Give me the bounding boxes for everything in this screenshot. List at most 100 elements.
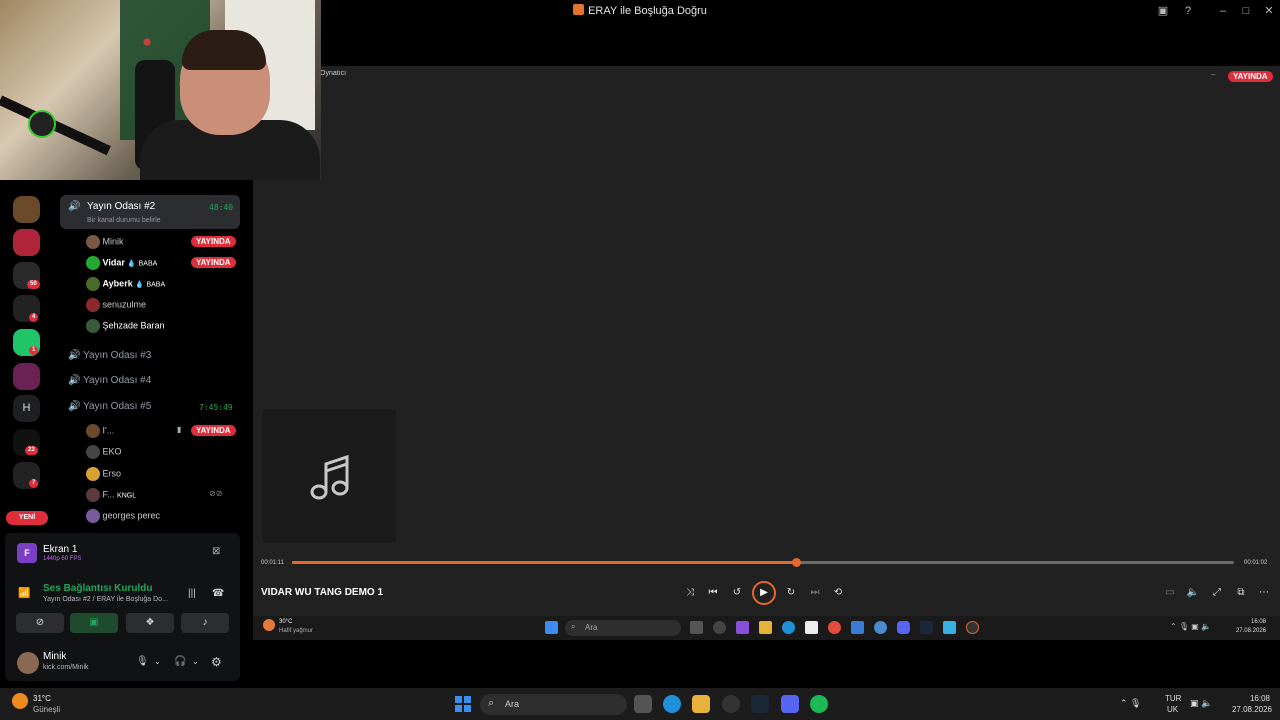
rewind-icon[interactable]: ↺ [729, 585, 745, 601]
previous-icon[interactable]: ⏮ [705, 585, 721, 601]
screenshare-button[interactable]: ▣ [70, 613, 118, 633]
chrome-icon[interactable] [828, 621, 841, 634]
play-button[interactable]: ▶ [752, 581, 776, 605]
gear-icon[interactable]: ⚙ [211, 655, 222, 669]
volume-icon[interactable]: 🔈 [1185, 585, 1201, 601]
server-icon[interactable] [13, 363, 40, 390]
spotify-icon[interactable] [810, 695, 828, 713]
voice-member[interactable]: EKO [86, 445, 122, 459]
member-name: georges perec [102, 510, 161, 521]
popout-icon[interactable]: ⧉ [1233, 585, 1249, 601]
mail-icon[interactable] [851, 621, 864, 634]
avatar[interactable] [17, 652, 39, 674]
channel-status[interactable]: Bir kanal durumu belirle [87, 217, 161, 224]
time-total: 00:01:02 [1244, 560, 1268, 566]
next-icon[interactable]: ⏭ [807, 585, 823, 601]
server-icon[interactable] [13, 229, 40, 256]
chevron-down-icon[interactable]: ⌄ [192, 657, 199, 666]
channel-room2[interactable]: 🔊 Yayın Odası #2 48:40 Bir kanal durumu … [60, 195, 240, 229]
voice-member[interactable]: F... KNGL [86, 488, 136, 502]
miniplayer-icon[interactable]: ▭ [1162, 585, 1178, 601]
live-badge: YAYINDA [191, 257, 236, 268]
progress-knob[interactable] [791, 558, 801, 567]
member-name: I'... [102, 425, 115, 436]
close-button[interactable]: ✕ [1261, 3, 1277, 19]
voice-member[interactable]: georges perec [86, 509, 160, 523]
activities-button[interactable]: ❖ [126, 613, 174, 633]
soundboard-button[interactable]: ♪ [181, 613, 229, 633]
member-name: senuzulme [102, 299, 147, 310]
disconnect-icon[interactable]: ☎ [212, 588, 224, 599]
forward-icon[interactable]: ↻ [783, 585, 799, 601]
task-view-icon[interactable] [690, 621, 703, 634]
chevron-down-icon[interactable]: ⌄ [154, 657, 161, 666]
voice-channel-icon: 🔊 [68, 201, 81, 212]
voice-member[interactable]: senuzulme [86, 298, 146, 312]
copilot-icon[interactable] [736, 621, 749, 634]
discord-icon[interactable] [781, 695, 799, 713]
clock-time[interactable]: 16:08 [1230, 694, 1270, 703]
avatar [86, 488, 100, 502]
inner-search-box[interactable]: ⌕ Ara [565, 620, 681, 636]
steam-icon[interactable] [920, 621, 933, 634]
windows-start-icon[interactable] [545, 621, 558, 634]
voice-member[interactable]: Vidar 💧 BABA [86, 256, 157, 270]
media-player-icon[interactable] [966, 621, 979, 634]
voice-member[interactable]: I'... [86, 424, 114, 438]
app-icon[interactable] [713, 621, 726, 634]
maximize-button[interactable]: □ [1238, 3, 1254, 19]
task-view-icon[interactable] [634, 695, 652, 713]
headphones-icon[interactable]: 🎧 [174, 656, 186, 667]
live-badge: YAYINDA [1228, 71, 1273, 82]
discord-icon[interactable] [897, 621, 910, 634]
progress-bar[interactable] [292, 558, 1234, 567]
notepad-icon[interactable] [943, 621, 956, 634]
voice-member[interactable]: Ayberk 💧 BABA [86, 277, 165, 291]
minimize-player-icon[interactable]: – [1211, 70, 1215, 79]
clock-date[interactable]: 27.08.2026 [1222, 705, 1272, 714]
stream-quality: 1440p 60 FPS [43, 556, 82, 562]
stop-stream-icon[interactable]: ⊠ [212, 546, 220, 557]
tray-icons[interactable]: ⌃ 🎙 [1120, 698, 1141, 709]
input-language[interactable]: TUR [1165, 694, 1181, 703]
search-box[interactable]: ⌕ Ara [480, 694, 627, 715]
edge-icon[interactable] [782, 621, 795, 634]
app-icon[interactable] [874, 621, 887, 634]
more-icon[interactable]: ⋯ [1256, 585, 1272, 601]
inner-tray-icons[interactable]: ⌃ 🎙 ▣ 🔈 [1170, 622, 1211, 631]
fullscreen-icon[interactable]: ⤢ [1209, 585, 1225, 601]
shuffle-icon[interactable]: ⤨ [682, 585, 698, 601]
new-servers-pill[interactable]: YENİ [6, 511, 48, 525]
steam-icon[interactable] [751, 695, 769, 713]
store-icon[interactable] [805, 621, 818, 634]
file-explorer-icon[interactable] [692, 695, 710, 713]
channel-room4[interactable]: 🔊 Yayın Odası #4 [60, 375, 240, 386]
camera-off-icon: ⊘ [35, 617, 45, 628]
file-explorer-icon[interactable] [759, 621, 772, 634]
keyboard-region[interactable]: UK [1167, 705, 1178, 714]
app-icon[interactable] [722, 695, 740, 713]
repeat-off-icon[interactable]: ⟲ [830, 585, 846, 601]
system-tray-icons[interactable]: ▣ 🔈 [1190, 698, 1212, 709]
search-label: Ara [505, 699, 520, 709]
server-icon[interactable]: H [13, 395, 40, 422]
noise-suppression-icon[interactable]: ||| [188, 588, 196, 599]
voice-member[interactable]: Erso [86, 467, 121, 481]
minimize-button[interactable]: – [1215, 3, 1231, 19]
edge-icon[interactable] [663, 695, 681, 713]
camera-toggle-button[interactable]: ⊘ [16, 613, 64, 633]
voice-location[interactable]: Yayın Odası #2 / ERAY ile Boşluğa Do... [43, 596, 168, 603]
member-tag: BABA [138, 260, 158, 268]
microphone-icon[interactable]: 🎙 [136, 656, 149, 667]
help-icon[interactable]: ? [1180, 3, 1196, 19]
inbox-icon[interactable]: ▣ [1155, 3, 1171, 19]
voice-status[interactable]: Ses Bağlantısı Kuruldu [43, 583, 152, 594]
weather-icon[interactable] [12, 693, 28, 709]
stream-player[interactable] [253, 66, 1280, 640]
windows-start-icon[interactable] [455, 696, 471, 712]
server-icon[interactable] [13, 196, 40, 223]
inner-taskbar-apps [690, 621, 982, 635]
channel-room3[interactable]: 🔊 Yayın Odası #3 [60, 350, 240, 361]
voice-member[interactable]: Şehzade Baran [86, 319, 165, 333]
voice-member[interactable]: Minik [86, 235, 124, 249]
